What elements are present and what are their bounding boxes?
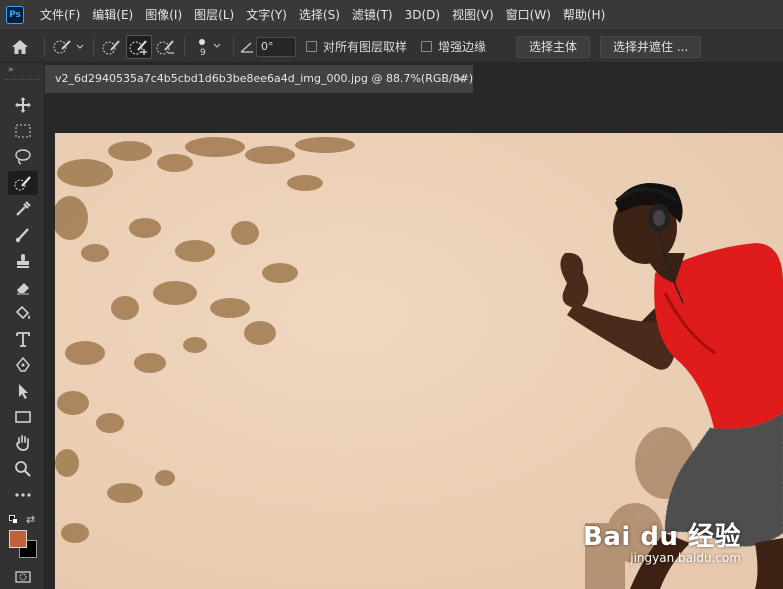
separator	[184, 36, 185, 57]
eraser-tool-icon[interactable]	[8, 275, 38, 299]
menu-bar: Ps 文件(F) 编辑(E) 图像(I) 图层(L) 文字(Y) 选择(S) 滤…	[0, 0, 783, 30]
pen-tool-icon[interactable]	[8, 353, 38, 377]
menu-image[interactable]: 图像(I)	[139, 0, 188, 30]
separator	[44, 36, 45, 57]
brush-size-picker[interactable]: 9	[189, 35, 229, 59]
stamp-tool-icon[interactable]	[8, 249, 38, 273]
enhance-edge-label: 增强边缘	[438, 40, 487, 54]
panel-grip[interactable]	[4, 79, 40, 81]
watermark-main-text: Bai du 经验	[583, 522, 741, 552]
new-selection-icon[interactable]	[98, 35, 126, 59]
quick-mask-icon[interactable]	[8, 567, 38, 587]
brush-tool-icon[interactable]	[8, 223, 38, 247]
hand-tool-icon[interactable]	[8, 431, 38, 455]
home-icon[interactable]	[0, 35, 40, 59]
lasso-tool-icon[interactable]	[8, 145, 38, 169]
sample-all-layers-option[interactable]: 对所有图层取样	[306, 38, 407, 55]
document-tabs: v2_6d2940535a7c4b5cbd1d6b3be8ee6a4d_img_…	[45, 63, 783, 93]
menu-view[interactable]: 视图(V)	[446, 0, 500, 30]
sample-all-layers-label: 对所有图层取样	[323, 40, 408, 54]
separator	[93, 36, 94, 57]
canvas-area: Bai du 经验 jingyan.baidu.com	[45, 93, 783, 589]
rectangle-tool-icon[interactable]	[8, 405, 38, 429]
menu-filter[interactable]: 滤镜(T)	[346, 0, 399, 30]
foreground-color-swatch[interactable]	[9, 530, 27, 548]
image-canvas[interactable]: Bai du 经验 jingyan.baidu.com	[55, 133, 783, 589]
paint-bucket-tool-icon[interactable]	[8, 301, 38, 325]
menu-help[interactable]: 帮助(H)	[557, 0, 611, 30]
menu-edit[interactable]: 编辑(E)	[86, 0, 139, 30]
move-tool-icon[interactable]	[8, 93, 38, 117]
zoom-tool-icon[interactable]	[8, 457, 38, 481]
menu-type[interactable]: 文字(Y)	[240, 0, 293, 30]
separator	[233, 36, 234, 57]
enhance-edge-option[interactable]: 增强边缘	[421, 38, 486, 55]
angle-icon	[238, 35, 256, 59]
photoshop-logo-icon[interactable]: Ps	[6, 6, 24, 24]
menu-window[interactable]: 窗口(W)	[500, 0, 557, 30]
enhance-edge-checkbox[interactable]	[421, 41, 433, 52]
tools-panel: » ⇄	[0, 63, 45, 589]
menu-select[interactable]: 选择(S)	[293, 0, 346, 30]
more-tools-icon[interactable]	[8, 483, 38, 507]
angle-input[interactable]: 0°	[256, 36, 296, 57]
sample-all-layers-checkbox[interactable]	[306, 41, 317, 52]
default-colors-icon[interactable]	[9, 515, 19, 525]
document-tab[interactable]: v2_6d2940535a7c4b5cbd1d6b3be8ee6a4d_img_…	[45, 65, 473, 93]
close-icon[interactable]: ×	[455, 65, 465, 93]
options-bar: 9 0° 对所有图层取样 增强边缘 选择主体 选择并遮住 ...	[0, 30, 783, 63]
brush-size-value: 9	[200, 47, 206, 58]
select-subject-button[interactable]: 选择主体	[516, 35, 591, 58]
panel-collapse-icon[interactable]: »	[8, 65, 14, 75]
baidu-watermark: Bai du 经验 jingyan.baidu.com	[583, 516, 741, 565]
quick-selection-tool-icon[interactable]	[8, 171, 38, 195]
watermark-sub-text: jingyan.baidu.com	[630, 551, 741, 565]
select-and-mask-button[interactable]: 选择并遮住 ...	[600, 35, 702, 58]
add-to-selection-icon[interactable]	[126, 34, 152, 59]
subtract-from-selection-icon[interactable]	[152, 35, 180, 59]
eyedropper-tool-icon[interactable]	[8, 197, 38, 221]
tool-preset-picker-icon[interactable]	[49, 35, 89, 59]
document-tab-title: v2_6d2940535a7c4b5cbd1d6b3be8ee6a4d_img_…	[55, 72, 473, 85]
swap-colors-icon[interactable]: ⇄	[26, 513, 35, 526]
menu-file[interactable]: 文件(F)	[34, 0, 86, 30]
menu-layer[interactable]: 图层(L)	[188, 0, 240, 30]
type-tool-icon[interactable]	[8, 327, 38, 351]
menu-3d[interactable]: 3D(D)	[399, 0, 446, 30]
path-selection-tool-icon[interactable]	[8, 379, 38, 403]
marquee-tool-icon[interactable]	[8, 119, 38, 143]
